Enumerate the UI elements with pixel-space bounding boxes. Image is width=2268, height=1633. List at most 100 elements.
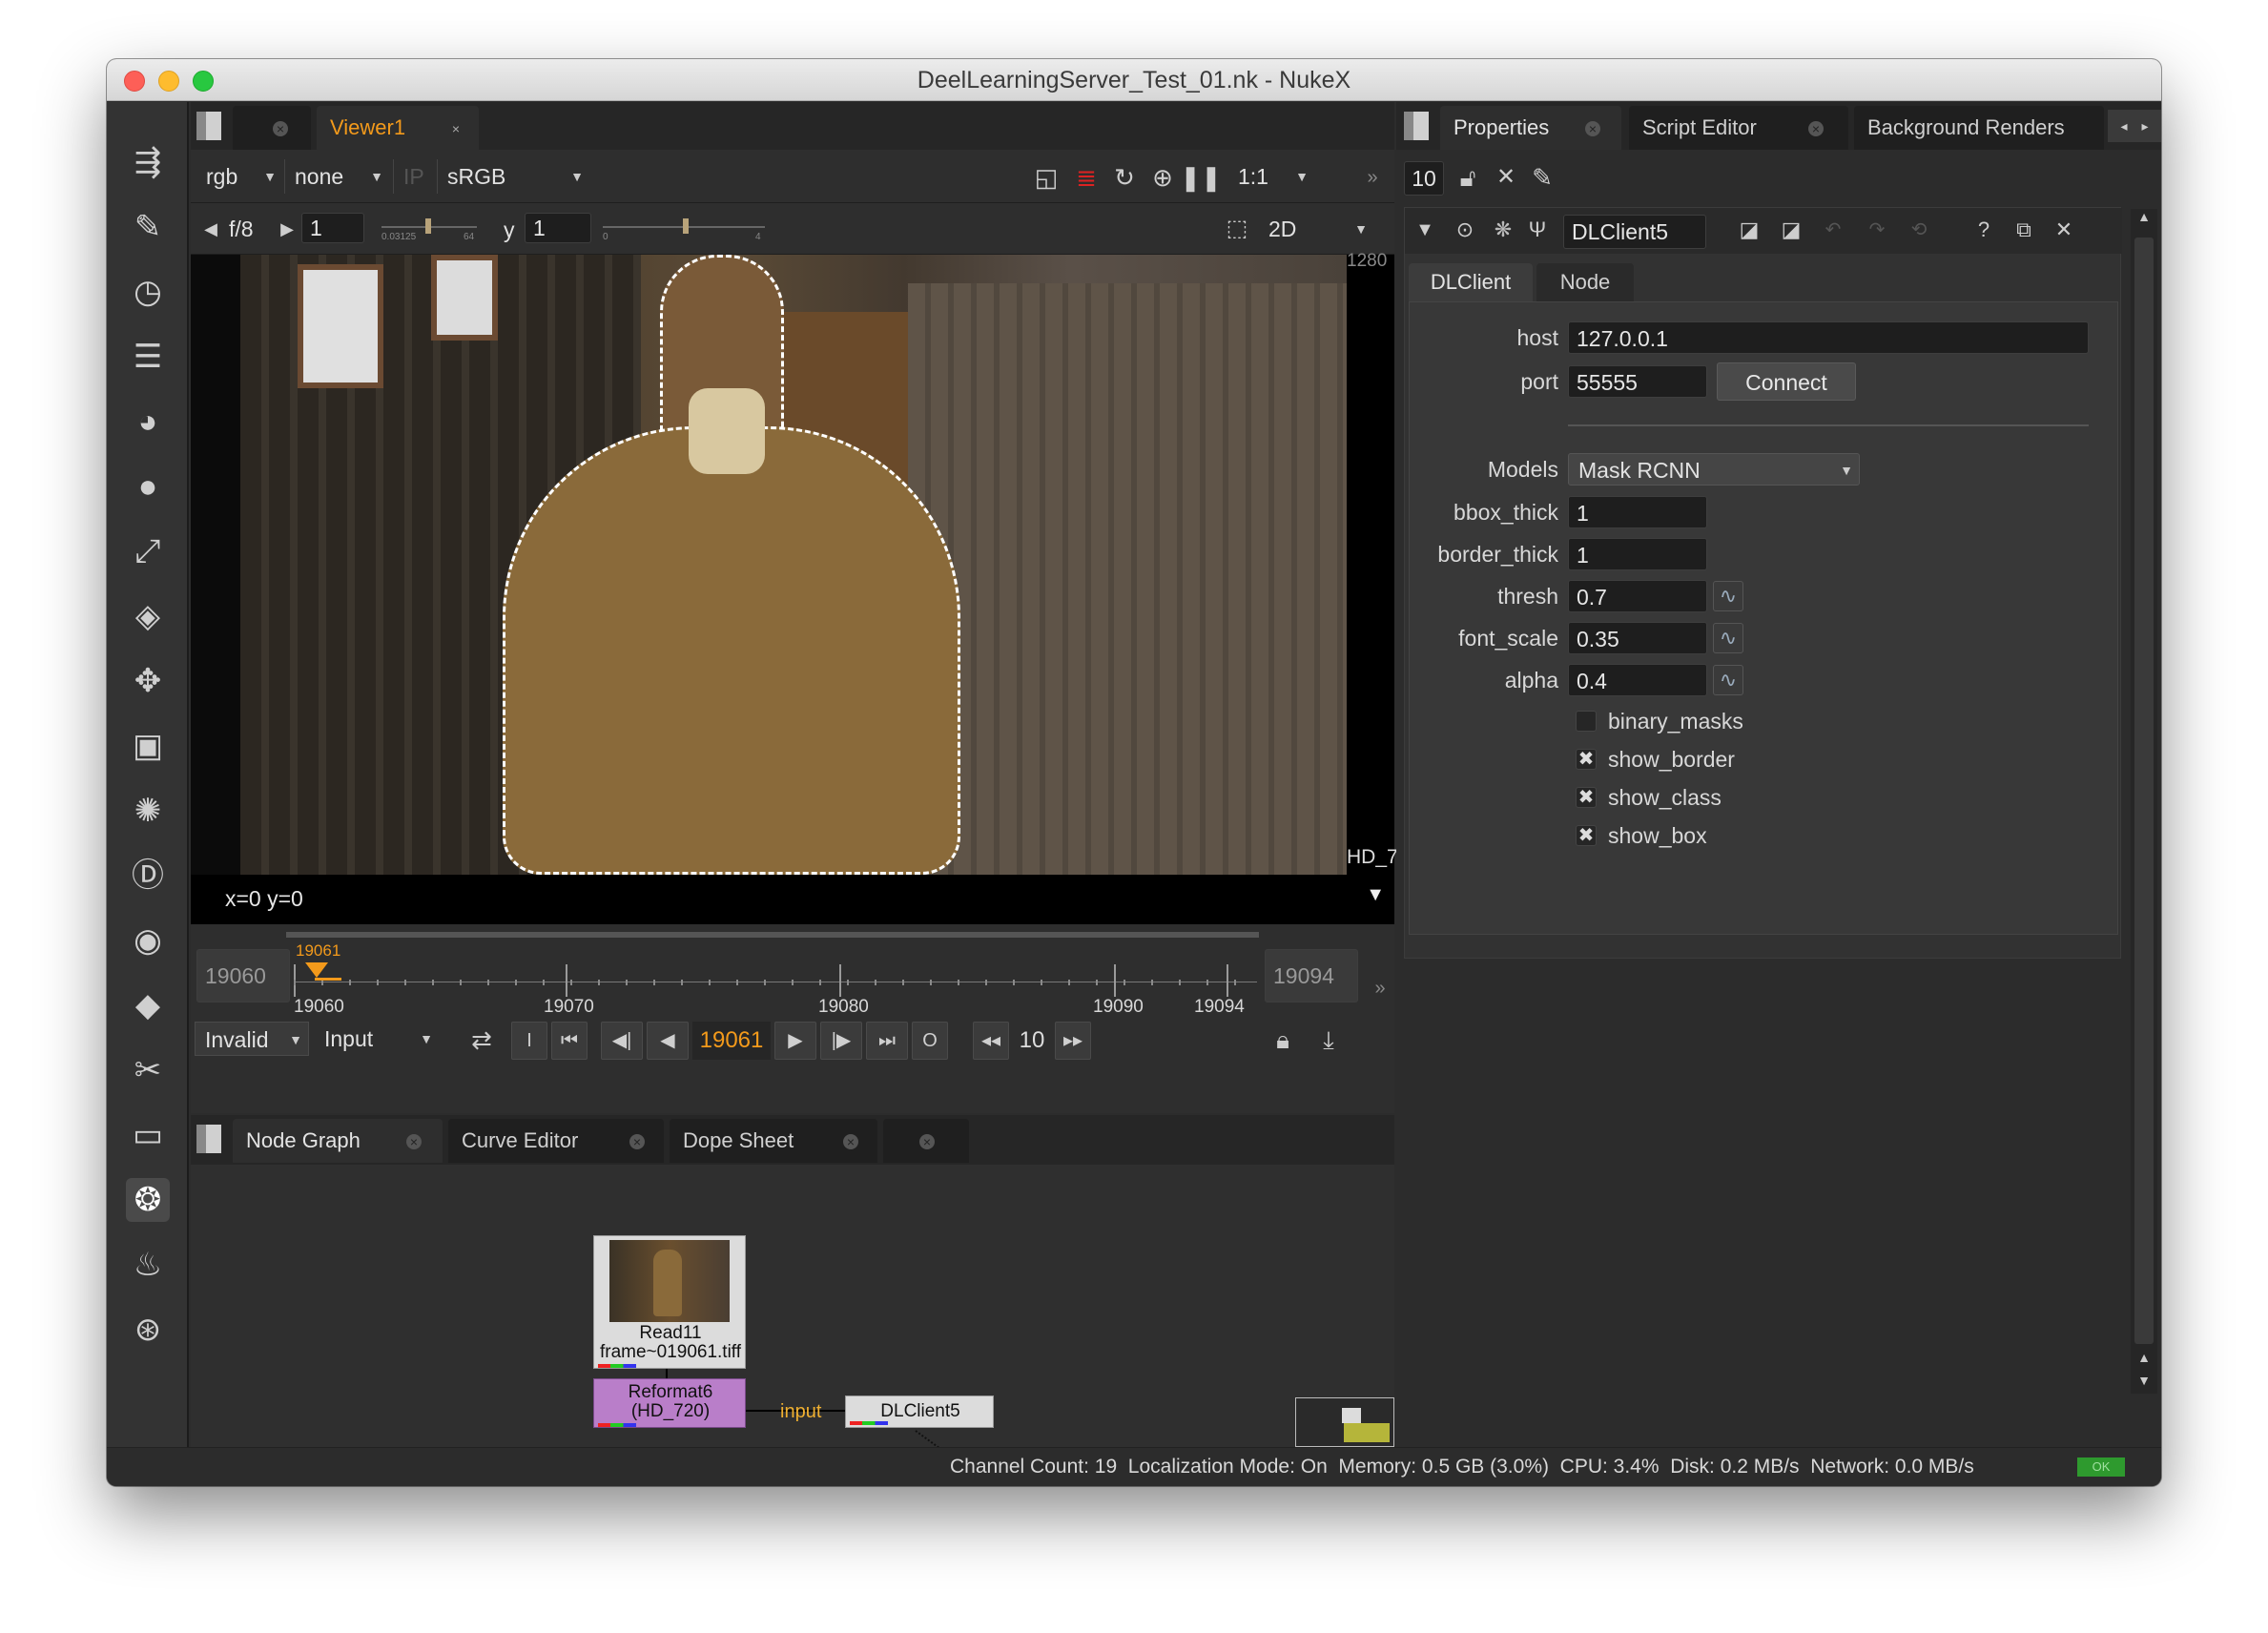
lock-icon[interactable]: 🔒︎: [1267, 1023, 1299, 1056]
timeline-expand-icon[interactable]: »: [1364, 972, 1396, 1004]
node-color-icon[interactable]: ❋: [1487, 214, 1519, 246]
in-point-button[interactable]: I: [511, 1022, 547, 1060]
close-panel-icon[interactable]: ✕: [2048, 214, 2080, 246]
roi-marquee-icon[interactable]: ⬚: [1221, 213, 1253, 245]
gamma-slider[interactable]: 0 4: [603, 217, 765, 242]
gain-field[interactable]: 1: [301, 213, 364, 243]
tab-blank-bottom[interactable]: ×: [883, 1119, 969, 1163]
collapse-icon[interactable]: ▼: [1409, 214, 1441, 246]
dlclient-node[interactable]: DLClient5: [845, 1395, 994, 1428]
tab-background-renders[interactable]: Background Renders: [1854, 106, 2104, 150]
tab-dope-sheet[interactable]: Dope Sheet ×: [670, 1119, 877, 1163]
roi-icon[interactable]: ⊕: [1146, 161, 1179, 194]
paint-icon[interactable]: ✎: [126, 205, 170, 249]
transform-icon[interactable]: ✥: [126, 659, 170, 703]
zoom-dropdown[interactable]: 1:1 ▼: [1228, 159, 1314, 194]
step-forward-icon[interactable]: ▸▸: [1055, 1022, 1091, 1060]
channel-icon[interactable]: ☰: [126, 335, 170, 379]
scroll-down-up-icon[interactable]: ▲: [2134, 1350, 2154, 1371]
playhead-icon[interactable]: [305, 962, 328, 978]
close-all-panels-icon[interactable]: ✕: [1490, 161, 1522, 194]
views-icon[interactable]: ◉: [126, 919, 170, 962]
out-point-button[interactable]: O: [912, 1022, 948, 1060]
pane-menu-icon-right[interactable]: [1404, 112, 1429, 140]
refresh-icon[interactable]: ↻: [1108, 161, 1141, 194]
gizmo-icon[interactable]: Ψ: [1521, 214, 1554, 246]
subtab-dlclient[interactable]: DLClient: [1409, 263, 1533, 301]
host-field[interactable]: 127.0.0.1: [1568, 321, 2089, 354]
scroll-up-icon[interactable]: ▲: [2134, 209, 2154, 232]
filter-icon[interactable]: ●: [126, 465, 170, 508]
play-forward-icon[interactable]: ▶: [774, 1022, 816, 1060]
tab-viewer1[interactable]: Viewer1 ×: [317, 106, 479, 150]
viewer-lut-dropdown[interactable]: sRGB ▼: [437, 159, 589, 194]
start-frame-field[interactable]: 19060: [196, 949, 290, 1003]
pane-menu-icon[interactable]: [196, 112, 221, 140]
tab-script-editor[interactable]: Script Editor ×: [1629, 106, 1848, 150]
float-panel-icon[interactable]: ⧉: [2008, 214, 2040, 246]
3d-icon[interactable]: ▣: [126, 724, 170, 768]
next-keyframe-icon[interactable]: |▶: [820, 1022, 862, 1060]
pane-menu-icon-bottom[interactable]: [196, 1125, 221, 1153]
play-backward-icon[interactable]: ◀: [647, 1022, 689, 1060]
models-dropdown[interactable]: Mask RCNN ▼: [1568, 453, 1860, 486]
revert-icon[interactable]: ⟲: [1903, 214, 1935, 246]
keyer-icon[interactable]: ⤢: [126, 529, 170, 573]
current-frame-field[interactable]: 19061: [692, 1022, 771, 1060]
previous-keyframe-icon[interactable]: ◀|: [601, 1022, 643, 1060]
view-mode-dropdown[interactable]: 2D ▼: [1259, 212, 1373, 246]
smart-icon[interactable]: ♨: [126, 1243, 170, 1287]
border-thick-field[interactable]: 1: [1568, 538, 1707, 570]
scroll-thumb[interactable]: [2134, 238, 2154, 1344]
custom-icon[interactable]: ⊛: [126, 1308, 170, 1352]
cache-mode-dropdown[interactable]: Invalid ▼: [195, 1022, 309, 1056]
color-swatch-2-icon[interactable]: ◪: [1775, 214, 1807, 246]
other-icon[interactable]: ▭: [126, 1113, 170, 1157]
last-frame-icon[interactable]: ⏭: [866, 1022, 908, 1060]
color-icon[interactable]: ◕: [126, 400, 170, 444]
increment-field[interactable]: 10: [1011, 1022, 1053, 1060]
metadata-icon[interactable]: ◆: [126, 983, 170, 1027]
wipe-icon[interactable]: ◱: [1030, 161, 1062, 194]
input-process-toggle[interactable]: IP: [393, 159, 431, 194]
tab-scroll-right-icon[interactable]: ▸: [2129, 110, 2161, 142]
edit-pencil-icon[interactable]: ✎: [1526, 161, 1558, 194]
font-scale-animation-curve-icon[interactable]: ∿: [1713, 623, 1743, 653]
node-name-field[interactable]: DLClient5: [1563, 215, 1706, 249]
alpha-field[interactable]: 0.4: [1568, 664, 1707, 696]
thresh-animation-curve-icon[interactable]: ∿: [1713, 581, 1743, 611]
reformat-node[interactable]: Reformat6 (HD_720): [593, 1378, 746, 1428]
merge-icon[interactable]: ◈: [126, 594, 170, 638]
max-panels-field[interactable]: 10: [1404, 161, 1444, 196]
tab-curve-editor[interactable]: Curve Editor ×: [448, 1119, 664, 1163]
scroll-down-icon[interactable]: ▼: [2134, 1373, 2154, 1394]
help-icon[interactable]: ?: [1968, 214, 2000, 246]
tab-properties[interactable]: Properties ×: [1440, 106, 1621, 150]
subtab-node[interactable]: Node: [1536, 263, 1634, 301]
fstop-increase-icon[interactable]: ▶: [271, 213, 303, 245]
center-node-icon[interactable]: ⊙: [1449, 214, 1481, 246]
connect-button[interactable]: Connect: [1717, 362, 1856, 401]
viewer-canvas[interactable]: 1280 HD_7: [191, 251, 1398, 875]
thresh-field[interactable]: 0.7: [1568, 580, 1707, 612]
gain-slider[interactable]: 0.03125 64: [381, 217, 477, 242]
timeline-scrubber[interactable]: 19060 19070 19080 19090 19094 19061: [294, 941, 1257, 1017]
tab-blank[interactable]: ×: [233, 106, 311, 150]
bbox-thick-field[interactable]: 1: [1568, 496, 1707, 528]
undo-icon[interactable]: ↶: [1817, 214, 1849, 246]
pause-icon[interactable]: ❚❚: [1180, 161, 1222, 194]
info-expand-icon[interactable]: ▼: [1366, 884, 1385, 906]
font-scale-field[interactable]: 0.35: [1568, 622, 1707, 654]
lock-panels-icon[interactable]: 🔓︎: [1452, 161, 1484, 194]
gamma-field[interactable]: 1: [525, 213, 591, 243]
furnace-icon[interactable]: ❂: [126, 1178, 170, 1222]
port-field[interactable]: 55555: [1568, 365, 1707, 398]
clipping-warning-icon[interactable]: ≣: [1070, 161, 1103, 194]
node-graph-minimap[interactable]: [1295, 1397, 1394, 1447]
step-back-icon[interactable]: ◂◂: [973, 1022, 1009, 1060]
time-icon[interactable]: ◷: [126, 270, 170, 314]
toolsets-wrench-icon[interactable]: ✂: [126, 1048, 170, 1092]
color-swatch-1-icon[interactable]: ◪: [1733, 214, 1765, 246]
playback-mode-dropdown[interactable]: Input ▼: [315, 1022, 439, 1056]
loop-icon[interactable]: ⇄: [465, 1023, 498, 1056]
